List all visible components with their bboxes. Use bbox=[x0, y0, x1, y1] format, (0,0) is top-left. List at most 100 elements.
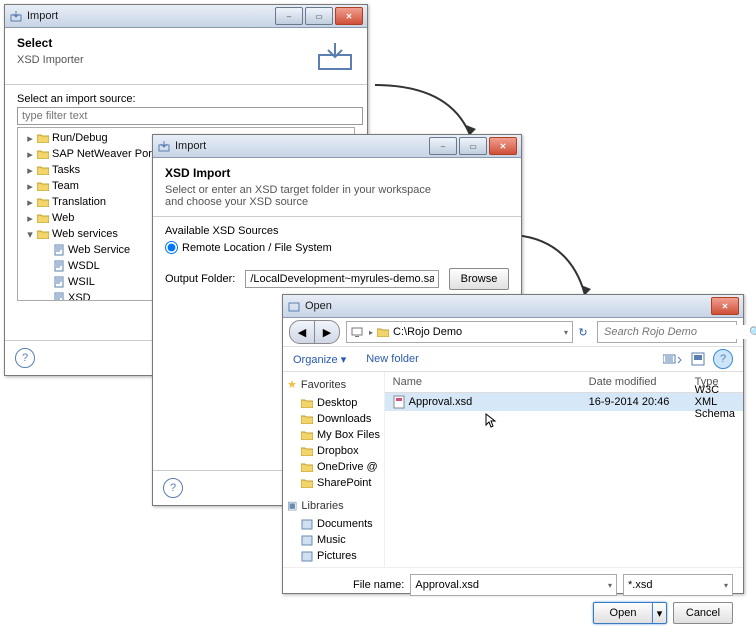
nav-item[interactable]: Desktop bbox=[287, 395, 380, 411]
tree-label: Tasks bbox=[52, 164, 80, 176]
tree-label: SAP NetWeaver Portal bbox=[52, 148, 163, 160]
tree-label: Web Service bbox=[68, 244, 130, 256]
xsd-file-icon bbox=[393, 395, 405, 409]
nav-item[interactable]: Documents bbox=[287, 516, 380, 532]
tree-twisty-icon[interactable]: ▸ bbox=[24, 196, 36, 209]
nav-back-button[interactable]: ◀ bbox=[289, 320, 315, 344]
nav-pane[interactable]: ★Favorites DesktopDownloadsMy Box FilesD… bbox=[283, 372, 385, 567]
nav-item-label: Documents bbox=[317, 518, 373, 530]
search-input[interactable] bbox=[602, 325, 749, 339]
import-big-icon bbox=[315, 36, 355, 76]
folder-icon bbox=[301, 414, 313, 424]
cursor-icon bbox=[485, 413, 497, 429]
library-icon: ▣ bbox=[287, 499, 297, 512]
banner-title: XSD Import bbox=[165, 166, 509, 180]
nav-item-label: My Box Files bbox=[317, 429, 380, 441]
folder-icon bbox=[377, 327, 389, 337]
search-icon[interactable]: 🔍 bbox=[749, 326, 756, 339]
minimize-button[interactable]: – bbox=[429, 137, 457, 155]
tree-label: WSIL bbox=[68, 276, 95, 288]
doc-icon bbox=[52, 275, 66, 289]
title-bar[interactable]: Open ✕ bbox=[283, 295, 743, 318]
doc-icon bbox=[52, 291, 66, 301]
minimize-button[interactable]: – bbox=[275, 7, 303, 25]
title-bar[interactable]: Import – ▭ ✕ bbox=[5, 5, 367, 28]
tree-twisty-icon[interactable]: ▾ bbox=[24, 228, 36, 241]
folder-icon bbox=[301, 446, 313, 456]
breadcrumb[interactable]: ▸ C:\Rojo Demo ▾ bbox=[346, 321, 573, 343]
tree-twisty-icon[interactable]: ▸ bbox=[24, 180, 36, 193]
chevron-down-icon[interactable]: ▾ bbox=[564, 328, 568, 337]
banner-subtitle: Select or enter an XSD target folder in … bbox=[165, 184, 445, 208]
nav-item[interactable]: OneDrive @ F bbox=[287, 459, 380, 475]
folder-icon bbox=[36, 211, 50, 225]
remote-radio[interactable] bbox=[165, 241, 178, 254]
close-button[interactable]: ✕ bbox=[335, 7, 363, 25]
nav-item[interactable]: Pictures bbox=[287, 548, 380, 564]
new-folder-button[interactable]: New folder bbox=[366, 353, 419, 365]
cancel-button[interactable]: Cancel bbox=[673, 602, 733, 624]
output-folder-input[interactable] bbox=[245, 270, 439, 288]
libraries-label: Libraries bbox=[301, 500, 343, 512]
folder-icon bbox=[36, 163, 50, 177]
nav-item-label: Downloads bbox=[317, 413, 371, 425]
open-icon bbox=[287, 299, 301, 313]
organize-menu[interactable]: Organize ▾ bbox=[293, 353, 346, 366]
title-bar[interactable]: Import – ▭ ✕ bbox=[153, 135, 521, 158]
banner-subtitle: XSD Importer bbox=[17, 54, 315, 66]
filter-input[interactable] bbox=[17, 107, 363, 125]
window-title: Open bbox=[305, 300, 711, 312]
maximize-button[interactable]: ▭ bbox=[459, 137, 487, 155]
tree-label: XSD bbox=[68, 292, 91, 301]
file-name: Approval.xsd bbox=[409, 396, 473, 408]
nav-item[interactable]: Downloads bbox=[287, 411, 380, 427]
browse-button[interactable]: Browse bbox=[449, 268, 509, 290]
nav-item[interactable]: Dropbox bbox=[287, 443, 380, 459]
tree-label: Team bbox=[52, 180, 79, 192]
banner-title: Select bbox=[17, 36, 315, 50]
tree-twisty-icon[interactable]: ▸ bbox=[24, 132, 36, 145]
view-icon[interactable] bbox=[663, 352, 683, 366]
file-list[interactable]: Name Date modified Type Approval.xsd 16-… bbox=[385, 372, 743, 567]
nav-item-label: SharePoint bbox=[317, 477, 371, 489]
folder-icon bbox=[36, 147, 50, 161]
library-icon bbox=[301, 550, 313, 562]
file-row[interactable]: Approval.xsd 16-9-2014 20:46 W3C XML Sch… bbox=[385, 393, 743, 411]
tree-twisty-icon[interactable]: ▸ bbox=[24, 148, 36, 161]
folder-icon bbox=[36, 179, 50, 193]
close-button[interactable]: ✕ bbox=[489, 137, 517, 155]
computer-icon bbox=[351, 326, 365, 338]
import-icon bbox=[9, 9, 23, 23]
folder-icon bbox=[301, 398, 313, 408]
tree-twisty-icon[interactable]: ▸ bbox=[24, 164, 36, 177]
maximize-button[interactable]: ▭ bbox=[305, 7, 333, 25]
remote-label: Remote Location / File System bbox=[182, 242, 332, 254]
refresh-icon[interactable]: ↻ bbox=[573, 326, 593, 339]
tree-twisty-icon[interactable]: ▸ bbox=[24, 212, 36, 225]
nav-item[interactable]: Music bbox=[287, 532, 380, 548]
open-button[interactable]: Open bbox=[593, 602, 653, 624]
filename-input[interactable]: Approval.xsd▾ bbox=[410, 574, 617, 596]
nav-item[interactable]: My Box Files bbox=[287, 427, 380, 443]
open-dropdown[interactable]: ▾ bbox=[653, 602, 667, 624]
tree-label: Web bbox=[52, 212, 74, 224]
help-icon[interactable]: ? bbox=[713, 349, 733, 369]
preview-icon[interactable] bbox=[691, 352, 705, 366]
tree-label: Run/Debug bbox=[52, 132, 108, 144]
col-name[interactable]: Name bbox=[385, 376, 581, 388]
filter-combo[interactable]: *.xsd▾ bbox=[623, 574, 733, 596]
filename-label: File name: bbox=[353, 579, 404, 591]
window-title: Import bbox=[175, 140, 429, 152]
nav-fwd-button[interactable]: ▶ bbox=[314, 320, 340, 344]
help-icon[interactable]: ? bbox=[15, 348, 35, 368]
close-button[interactable]: ✕ bbox=[711, 297, 739, 315]
nav-item[interactable]: SharePoint bbox=[287, 475, 380, 491]
folder-icon bbox=[36, 195, 50, 209]
folder-icon bbox=[301, 478, 313, 488]
col-date[interactable]: Date modified bbox=[581, 376, 687, 388]
nav-item-label: Pictures bbox=[317, 550, 357, 562]
favorites-label: Favorites bbox=[301, 379, 346, 391]
output-folder-label: Output Folder: bbox=[165, 273, 235, 285]
help-icon[interactable]: ? bbox=[163, 478, 183, 498]
nav-item-label: Music bbox=[317, 534, 346, 546]
